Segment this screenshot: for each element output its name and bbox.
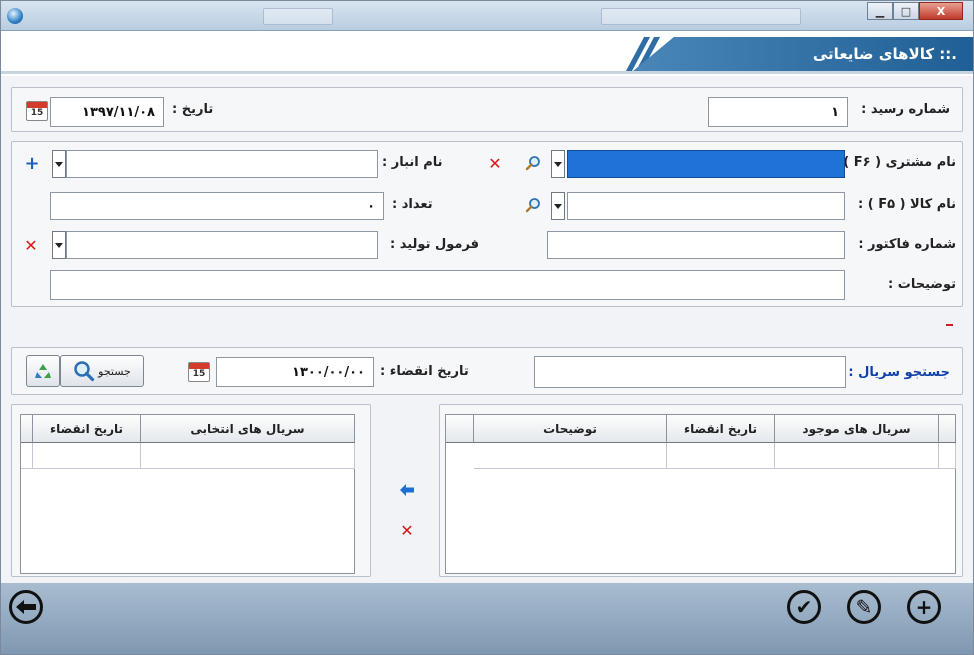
available-serials-panel: سریال های موجود تاریخ انقضاء توضیحات [439, 404, 963, 577]
receipt-number-field[interactable]: ۱ [708, 97, 848, 127]
quantity-field[interactable]: ۰ [50, 192, 384, 220]
customer-label: نام مشتری ( F۶ ) : [834, 155, 956, 170]
calendar-icon[interactable]: 15 [26, 101, 48, 121]
production-formula-label: فرمول تولید : [390, 237, 480, 252]
production-formula-field[interactable] [66, 231, 378, 259]
serial-search-label: جستجو سریال : [848, 365, 950, 380]
available-expiry-column-header[interactable]: تاریخ انقضاء [667, 415, 775, 443]
receipt-number-label: شماره رسید : [861, 102, 950, 117]
date-field[interactable]: ۱۳۹۷/۱۱/۰۸ [50, 97, 164, 127]
available-row-cell[interactable] [667, 443, 775, 469]
title-bar: ▁ □ X [1, 1, 973, 31]
remove-serial-icon[interactable]: ✕ [397, 520, 417, 540]
app-icon [7, 8, 23, 24]
available-description-column-header[interactable]: توضیحات [474, 415, 667, 443]
product-dropdown-button[interactable] [551, 192, 565, 220]
invoice-field[interactable] [547, 231, 845, 259]
production-formula-delete-icon[interactable]: ✕ [22, 234, 40, 256]
available-row-header[interactable] [939, 443, 956, 469]
selected-serials-panel: سریال های انتخابی تاریخ انقضاء [11, 404, 371, 577]
product-field[interactable] [567, 192, 845, 220]
add-warehouse-icon[interactable]: + [22, 151, 42, 175]
main-window: ▁ □ X .:: کالاهای ضایعاتی شماره رسید : ۱… [0, 0, 974, 655]
production-formula-dropdown-button[interactable] [52, 231, 66, 259]
move-left-icon[interactable] [397, 481, 417, 499]
check-icon: ✔ [795, 595, 813, 619]
customer-dropdown-button[interactable] [551, 150, 565, 178]
invoice-label: شماره فاکتور : [858, 237, 956, 252]
available-row-cell[interactable] [474, 443, 667, 469]
warehouse-dropdown-button[interactable] [52, 150, 66, 178]
available-row-cell[interactable] [775, 443, 939, 469]
action-bar: ✔ ✎ + [1, 583, 973, 654]
recycle-icon [35, 364, 51, 378]
quantity-label: تعداد : [392, 197, 433, 212]
customer-search-icon[interactable] [524, 154, 542, 172]
taskbar-ghost-2 [601, 8, 801, 25]
window-controls: ▁ □ X [867, 2, 963, 20]
calendar-icon-day: 15 [30, 108, 44, 118]
edit-button[interactable]: ✎ [847, 590, 881, 624]
search-icon [74, 361, 95, 382]
available-grid-end-column [939, 415, 956, 443]
serial-search-field[interactable] [534, 356, 846, 388]
close-button[interactable]: X [919, 2, 963, 20]
search-button-label: جستجو [98, 364, 131, 378]
header-divider [1, 71, 973, 74]
available-serials-column-header[interactable]: سریال های موجود [775, 415, 939, 443]
description-label: توضیحات : [888, 277, 956, 292]
selected-serials-column-header[interactable]: سریال های انتخابی [141, 415, 355, 443]
warehouse-label: نام انبار : [382, 155, 443, 170]
back-arrow-icon [16, 600, 36, 614]
plus-icon: + [915, 595, 933, 619]
receipt-panel: شماره رسید : ۱ تاریخ : ۱۳۹۷/۱۱/۰۸ 15 [11, 87, 963, 132]
form-header: .:: کالاهای ضایعاتی [1, 31, 973, 76]
add-button[interactable]: + [907, 590, 941, 624]
description-field[interactable] [50, 270, 845, 300]
available-serials-grid: سریال های موجود تاریخ انقضاء توضیحات [445, 414, 956, 574]
back-button[interactable] [9, 590, 43, 624]
form-title: .:: کالاهای ضایعاتی [812, 45, 957, 63]
taskbar-ghost-1 [263, 8, 333, 25]
selected-row-header-corner [21, 415, 33, 443]
date-label: تاریخ : [172, 102, 214, 117]
selected-row-cell[interactable] [33, 443, 141, 469]
product-search-icon[interactable] [524, 196, 542, 214]
refresh-button[interactable] [26, 355, 60, 387]
details-panel: نام مشتری ( F۶ ) : ✕ نام انبار : + نام ک… [11, 141, 963, 307]
search-button[interactable]: جستجو [60, 355, 144, 387]
expiry-calendar-icon[interactable]: 15 [188, 362, 210, 382]
pencil-icon: ✎ [855, 595, 873, 619]
maximize-button[interactable]: □ [893, 2, 919, 20]
confirm-button[interactable]: ✔ [787, 590, 821, 624]
expiry-date-label: تاریخ انقضاء : [380, 364, 469, 379]
serial-search-panel: جستجو سریال : تاریخ انقضاء : ۱۳۰۰/۰۰/۰۰ … [11, 347, 963, 395]
selected-row-header[interactable] [21, 443, 33, 469]
available-row-header-corner [446, 415, 474, 443]
selected-serials-grid: سریال های انتخابی تاریخ انقضاء [20, 414, 355, 574]
red-marker [946, 324, 953, 326]
warehouse-field[interactable] [66, 150, 378, 178]
expiry-date-field[interactable]: ۱۳۰۰/۰۰/۰۰ [216, 357, 374, 387]
customer-delete-icon[interactable]: ✕ [486, 153, 504, 173]
selected-row-cell[interactable] [141, 443, 355, 469]
customer-field[interactable] [567, 150, 845, 178]
selected-expiry-column-header[interactable]: تاریخ انقضاء [33, 415, 141, 443]
minimize-button[interactable]: ▁ [867, 2, 893, 20]
expiry-calendar-icon-day: 15 [192, 369, 206, 379]
product-label: نام کالا ( F۵ ) : [858, 197, 956, 212]
